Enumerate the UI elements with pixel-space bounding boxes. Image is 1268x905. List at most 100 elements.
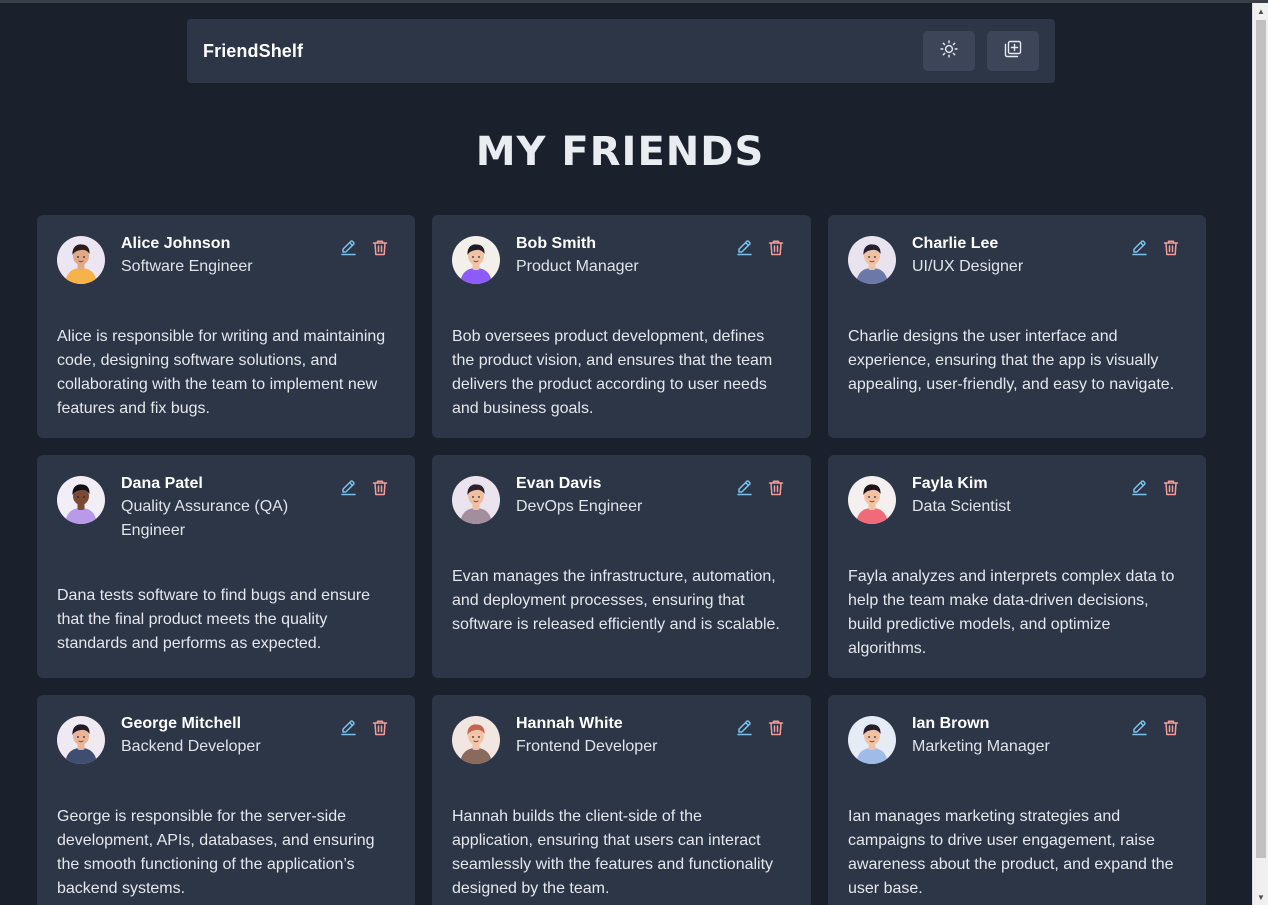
nav-actions bbox=[923, 31, 1039, 71]
delete-button[interactable] bbox=[371, 479, 389, 501]
edit-button[interactable] bbox=[1130, 239, 1148, 261]
friend-description: Dana tests software to find bugs and ens… bbox=[57, 587, 371, 652]
theme-toggle-button[interactable] bbox=[923, 31, 975, 71]
trash-icon bbox=[1163, 719, 1179, 741]
brand-title[interactable]: FriendShelf bbox=[203, 41, 303, 62]
friend-role: Backend Developer bbox=[121, 738, 261, 755]
edit-button[interactable] bbox=[735, 719, 753, 741]
friend-description: Ian manages marketing strategies and cam… bbox=[848, 808, 1174, 897]
friend-role: Product Manager bbox=[516, 258, 639, 275]
friends-grid: Alice Johnson Software Engineer Alice is… bbox=[37, 215, 1206, 905]
friend-name: Alice Johnson bbox=[121, 235, 231, 252]
edit-pencil-icon bbox=[340, 479, 357, 501]
edit-pencil-icon bbox=[340, 239, 357, 261]
page-title: MY FRIENDS bbox=[475, 129, 765, 175]
friend-name: Evan Davis bbox=[516, 475, 602, 492]
edit-button[interactable] bbox=[339, 239, 357, 261]
edit-button[interactable] bbox=[1130, 719, 1148, 741]
card-actions bbox=[735, 239, 785, 261]
friend-card-3: Charlie Lee UI/UX Designer Charlie desig… bbox=[828, 215, 1206, 438]
card-actions bbox=[339, 239, 389, 261]
friend-name: Dana Patel bbox=[121, 475, 203, 492]
avatar bbox=[452, 476, 500, 524]
friend-name: Hannah White bbox=[516, 715, 623, 732]
card-actions bbox=[1130, 239, 1180, 261]
friend-role: Software Engineer bbox=[121, 258, 253, 275]
avatar bbox=[57, 236, 105, 284]
trash-icon bbox=[768, 719, 784, 741]
friend-name: Charlie Lee bbox=[912, 235, 999, 252]
avatar bbox=[452, 716, 500, 764]
avatar bbox=[452, 236, 500, 284]
friend-description: Alice is responsible for writing and mai… bbox=[57, 328, 386, 417]
trash-icon bbox=[768, 479, 784, 501]
trash-icon bbox=[1163, 239, 1179, 261]
trash-icon bbox=[768, 239, 784, 261]
edit-pencil-icon bbox=[1131, 239, 1148, 261]
delete-button[interactable] bbox=[371, 239, 389, 261]
friend-card-6: Fayla Kim Data Scientist Fayla analyzes … bbox=[828, 455, 1206, 678]
avatar bbox=[848, 476, 896, 524]
friend-card-4: Dana Patel Quality Assurance (QA) Engine… bbox=[37, 455, 415, 678]
edit-button[interactable] bbox=[339, 479, 357, 501]
card-actions bbox=[735, 479, 785, 501]
edit-pencil-icon bbox=[736, 719, 753, 741]
friend-role: Frontend Developer bbox=[516, 738, 658, 755]
friend-name: Ian Brown bbox=[912, 715, 990, 732]
edit-button[interactable] bbox=[339, 719, 357, 741]
friend-card-9: Ian Brown Marketing Manager Ian manages … bbox=[828, 695, 1206, 905]
scroll-up-icon[interactable]: ▲ bbox=[1253, 3, 1268, 19]
add-friend-button[interactable] bbox=[987, 31, 1039, 71]
edit-button[interactable] bbox=[1130, 479, 1148, 501]
friend-name: George Mitchell bbox=[121, 715, 242, 732]
delete-button[interactable] bbox=[371, 719, 389, 741]
delete-button[interactable] bbox=[1162, 479, 1180, 501]
delete-button[interactable] bbox=[1162, 719, 1180, 741]
friend-card-2: Bob Smith Product Manager Bob oversees p… bbox=[432, 215, 811, 438]
edit-pencil-icon bbox=[736, 239, 753, 261]
delete-button[interactable] bbox=[767, 479, 785, 501]
trash-icon bbox=[372, 479, 388, 501]
edit-pencil-icon bbox=[1131, 719, 1148, 741]
trash-icon bbox=[372, 719, 388, 741]
edit-pencil-icon bbox=[1131, 479, 1148, 501]
avatar bbox=[848, 716, 896, 764]
friend-card-1: Alice Johnson Software Engineer Alice is… bbox=[37, 215, 415, 438]
friend-card-7: George Mitchell Backend Developer George… bbox=[37, 695, 415, 905]
friend-role: Marketing Manager bbox=[912, 738, 1050, 755]
card-actions bbox=[1130, 719, 1180, 741]
edit-pencil-icon bbox=[340, 719, 357, 741]
friend-description: George is responsible for the server-sid… bbox=[57, 808, 375, 897]
friend-role: Quality Assurance (QA) Engineer bbox=[121, 498, 289, 539]
avatar bbox=[57, 716, 105, 764]
delete-button[interactable] bbox=[767, 719, 785, 741]
add-friend-icon bbox=[1003, 39, 1023, 64]
friend-card-8: Hannah White Frontend Developer Hannah b… bbox=[432, 695, 811, 905]
trash-icon bbox=[1163, 479, 1179, 501]
friend-description: Evan manages the infrastructure, automat… bbox=[452, 568, 780, 633]
navbar: FriendShelf bbox=[187, 19, 1055, 83]
sun-icon bbox=[939, 39, 959, 64]
scroll-down-icon[interactable]: ▼ bbox=[1253, 889, 1268, 905]
card-actions bbox=[1130, 479, 1180, 501]
friend-name: Bob Smith bbox=[516, 235, 596, 252]
scrollbar[interactable]: ▲ ▼ bbox=[1252, 3, 1268, 905]
avatar bbox=[57, 476, 105, 524]
friend-description: Fayla analyzes and interprets complex da… bbox=[848, 568, 1175, 657]
trash-icon bbox=[372, 239, 388, 261]
friend-name: Fayla Kim bbox=[912, 475, 988, 492]
delete-button[interactable] bbox=[1162, 239, 1180, 261]
delete-button[interactable] bbox=[767, 239, 785, 261]
friend-description: Bob oversees product development, define… bbox=[452, 328, 773, 417]
edit-button[interactable] bbox=[735, 479, 753, 501]
avatar bbox=[848, 236, 896, 284]
friend-description: Charlie designs the user interface and e… bbox=[848, 328, 1175, 393]
card-actions bbox=[339, 479, 389, 501]
scroll-thumb[interactable] bbox=[1256, 20, 1266, 858]
page: FriendShelf MY FRIENDS Alice Johnson Sof… bbox=[0, 3, 1252, 905]
friend-role: DevOps Engineer bbox=[516, 498, 643, 515]
edit-button[interactable] bbox=[735, 239, 753, 261]
card-actions bbox=[735, 719, 785, 741]
edit-pencil-icon bbox=[736, 479, 753, 501]
friend-role: Data Scientist bbox=[912, 498, 1011, 515]
